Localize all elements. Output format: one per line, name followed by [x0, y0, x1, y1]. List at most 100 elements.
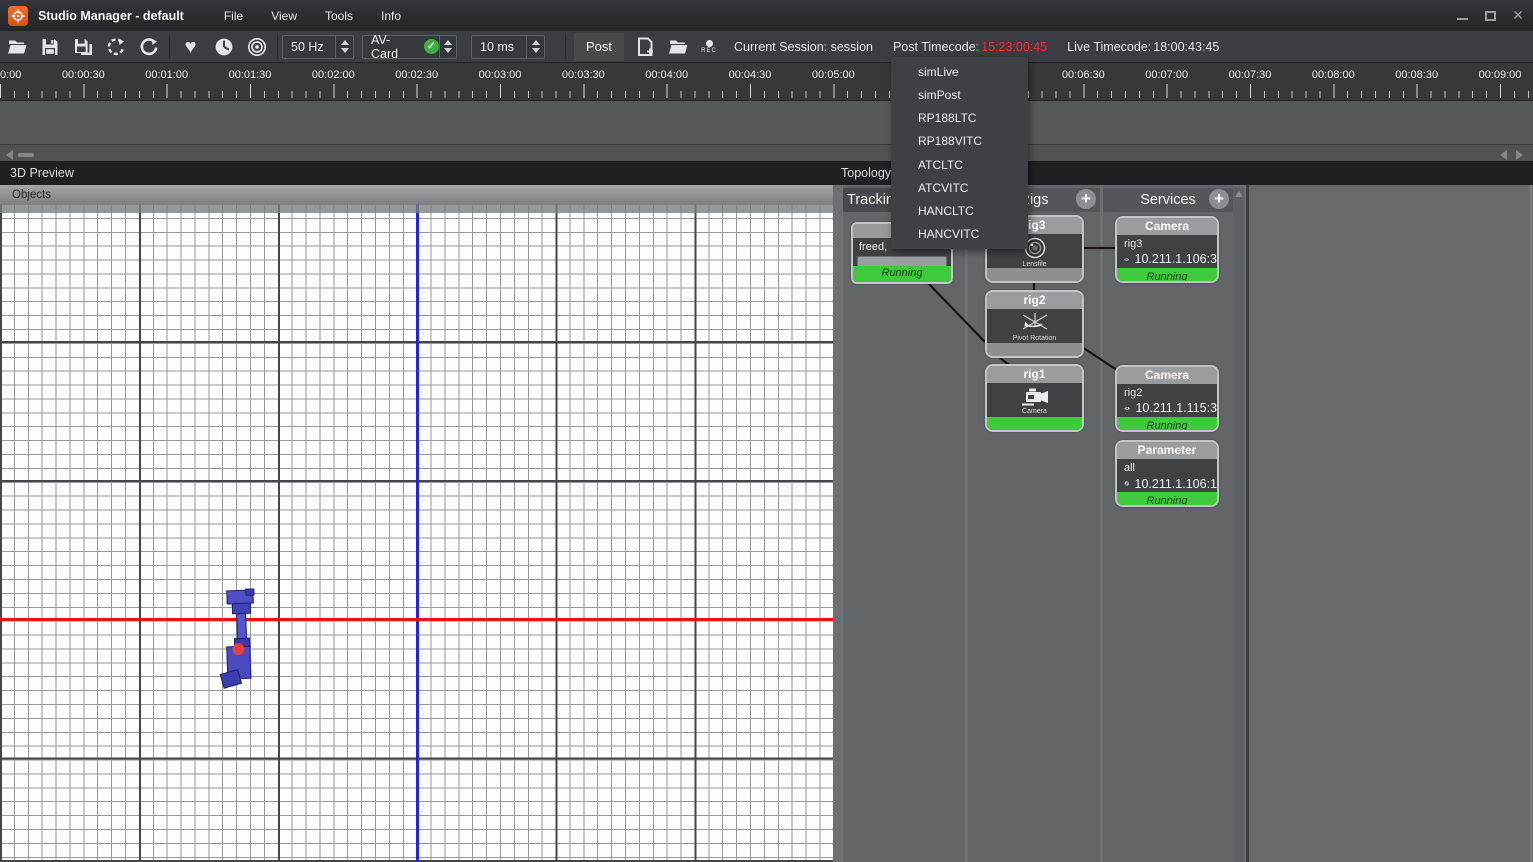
timecode-dropdown[interactable]: simLive simPost RP188LTC RP188VITC ATCLTC ATC… [891, 57, 1028, 249]
scroll-right-icon[interactable] [1516, 150, 1523, 160]
reset-dashed-icon [105, 36, 127, 58]
service3-title: Parameter [1117, 442, 1217, 459]
av-card-value: AV-Card [371, 33, 416, 61]
service2-address: 10.211.1.115:3 [1135, 401, 1217, 415]
topology-scrollbar[interactable] [1233, 187, 1244, 862]
service3-status-bar: Running [1117, 492, 1217, 505]
timeline-label: 00:09:00 [1479, 69, 1522, 81]
dropdown-item-simLive[interactable]: simLive [891, 64, 1028, 80]
service1-status-text: Running [1117, 268, 1217, 281]
frequency-select[interactable]: 50 Hz [282, 35, 354, 59]
rig1-type-label: Camera [1022, 408, 1047, 415]
dropdown-item-HANCLTC[interactable]: HANCLTC [891, 203, 1028, 219]
calibration-button[interactable] [240, 33, 273, 61]
services-column [1103, 185, 1233, 862]
app-logo-icon [8, 6, 28, 26]
save-as-button[interactable] [66, 33, 99, 61]
3d-preview-viewport[interactable]: Objects [0, 185, 833, 862]
service3-status-text: Running [1117, 492, 1217, 505]
add-service-button[interactable]: + [1209, 189, 1229, 209]
av-card-select[interactable]: AV-Card ✓ [362, 35, 457, 59]
dropdown-item-RP188LTC[interactable]: RP188LTC [891, 110, 1028, 126]
dropdown-item-ATCVITC[interactable]: ATCVITC [891, 180, 1028, 196]
timeline-track-area[interactable] [0, 101, 1533, 144]
spinner-arrows-icon [439, 36, 457, 58]
service1-title: Camera [1117, 218, 1217, 235]
timeline-label: 00:07:00 [1145, 69, 1188, 81]
latency-value: 10 ms [480, 40, 514, 54]
right-edge-scrollbar[interactable] [1530, 185, 1532, 862]
camera-3d-object[interactable] [216, 588, 264, 690]
camera-service-card-rig2[interactable]: Camera rig2 10.211.1.115:3 Running [1115, 365, 1219, 432]
scroll-left-icon[interactable] [6, 150, 13, 160]
camera-service-card-rig3[interactable]: Camera rig3 10.211.1.106:3 Running [1115, 216, 1219, 283]
live-timecode-label: Live Timecode: [1067, 40, 1151, 54]
reset-button[interactable] [99, 33, 132, 61]
tracker-status-badge: Running [853, 266, 951, 282]
service1-address: 10.211.1.106:3 [1135, 252, 1217, 266]
post-timecode-value: 15:23:00:45 [981, 40, 1047, 54]
minimize-button[interactable] [1455, 9, 1469, 23]
red-axis-line [0, 618, 833, 621]
parameter-service-card[interactable]: Parameter all 10.211.1.106:1 Running [1115, 440, 1219, 507]
save-button[interactable] [33, 33, 66, 61]
dropdown-item-ATCLTC[interactable]: ATCLTC [891, 157, 1028, 173]
menu-info[interactable]: Info [367, 9, 415, 23]
timeline-label: 00:02:30 [395, 69, 438, 81]
timeline-label: 00:03:00 [479, 69, 522, 81]
timeline-label: 00:00:30 [62, 69, 105, 81]
close-button[interactable]: ✕ [1511, 9, 1525, 23]
rig2-status-bar [987, 343, 1082, 356]
new-session-button[interactable] [628, 33, 661, 61]
live-timecode-value: 18:00:43:45 [1153, 40, 1219, 54]
service2-status-bar: Running [1117, 417, 1217, 430]
favorite-button[interactable]: ♥ [174, 33, 207, 61]
tracking-column [843, 185, 965, 862]
open-folder-icon [6, 36, 28, 58]
scroll-up-icon[interactable] [1235, 191, 1243, 197]
dropdown-item-HANCVITC[interactable]: HANCVITC [891, 226, 1028, 242]
frequency-value: 50 Hz [291, 40, 324, 54]
objects-header[interactable]: Objects [0, 185, 833, 204]
spinner-arrows-icon [526, 36, 544, 58]
scrollbar-thumb[interactable] [18, 153, 34, 157]
current-session-text: Current Session: session [734, 40, 873, 54]
post-mode-button[interactable]: Post [574, 33, 624, 61]
latency-select[interactable]: 10 ms [471, 35, 545, 59]
video-camera-icon [1019, 387, 1051, 407]
preview-panel-title: 3D Preview [10, 166, 74, 180]
timeline-label: 00:00:00 [0, 69, 21, 81]
menu-file[interactable]: File [210, 9, 257, 23]
scroll-left-icon[interactable] [1500, 150, 1507, 160]
dropdown-item-simPost[interactable]: simPost [891, 87, 1028, 103]
timeline-label: 00:07:30 [1229, 69, 1272, 81]
timeline-label: 00:01:30 [229, 69, 272, 81]
dropdown-item-RP188VITC[interactable]: RP188VITC [891, 133, 1028, 149]
open-project-button[interactable] [0, 33, 33, 61]
load-session-button[interactable] [661, 33, 694, 61]
timeline-ruler[interactable]: 00:00:0000:00:3000:01:0000:01:3000:02:00… [0, 63, 1533, 101]
menu-view[interactable]: View [257, 9, 311, 23]
target-icon [246, 36, 268, 58]
main-toolbar: ♥ 50 Hz AV-Card ✓ 10 [0, 31, 1533, 63]
timeline-label: 00:08:00 [1312, 69, 1355, 81]
window-controls: ✕ [1455, 0, 1525, 31]
record-button[interactable]: REC [696, 40, 722, 54]
maximize-button[interactable] [1483, 9, 1497, 23]
refresh-button[interactable] [132, 33, 165, 61]
menu-tools[interactable]: Tools [311, 9, 367, 23]
add-rig-button[interactable]: + [1076, 189, 1096, 209]
record-label: REC [701, 48, 717, 54]
timeline-scrollbar[interactable] [0, 144, 1533, 161]
objects-label: Objects [12, 189, 51, 201]
rig1-node-card[interactable]: rig1 Camera [985, 364, 1084, 432]
rig2-node-card[interactable]: rig2 Pivot Rotation [985, 290, 1084, 358]
service2-title: Camera [1117, 367, 1217, 384]
blue-axis-line [416, 204, 419, 862]
post-timecode-label: Post Timecode: [893, 40, 979, 54]
heart-icon: ♥ [185, 37, 197, 57]
check-ok-icon: ✓ [424, 39, 439, 54]
folder-icon [667, 36, 689, 58]
timer-button[interactable] [207, 33, 240, 61]
rig1-status-bar [987, 417, 1082, 430]
